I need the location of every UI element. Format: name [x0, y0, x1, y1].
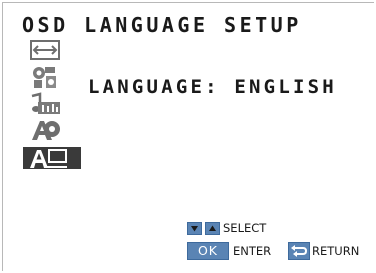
language-separator: : — [205, 76, 220, 98]
reset-icon[interactable] — [30, 118, 62, 142]
return-hint-label: RETURN — [312, 244, 360, 258]
language-value: ENGLISH — [234, 76, 337, 98]
down-arrow-icon — [187, 222, 202, 235]
page-title: OSD LANGUAGE SETUP — [22, 13, 302, 37]
language-setting[interactable]: LANGUAGE: ENGLISH — [88, 76, 337, 98]
ok-key: OK — [187, 242, 229, 260]
select-hint-label: SELECT — [223, 221, 267, 235]
settings-icon[interactable] — [30, 64, 60, 90]
language-label: LANGUAGE — [88, 76, 206, 98]
enter-hint-label: ENTER — [233, 244, 272, 258]
osd-language-icon[interactable] — [23, 147, 81, 169]
picture-size-icon[interactable] — [30, 40, 60, 60]
up-arrow-icon — [205, 222, 220, 235]
audio-icon[interactable] — [30, 92, 62, 116]
return-icon — [288, 242, 310, 260]
